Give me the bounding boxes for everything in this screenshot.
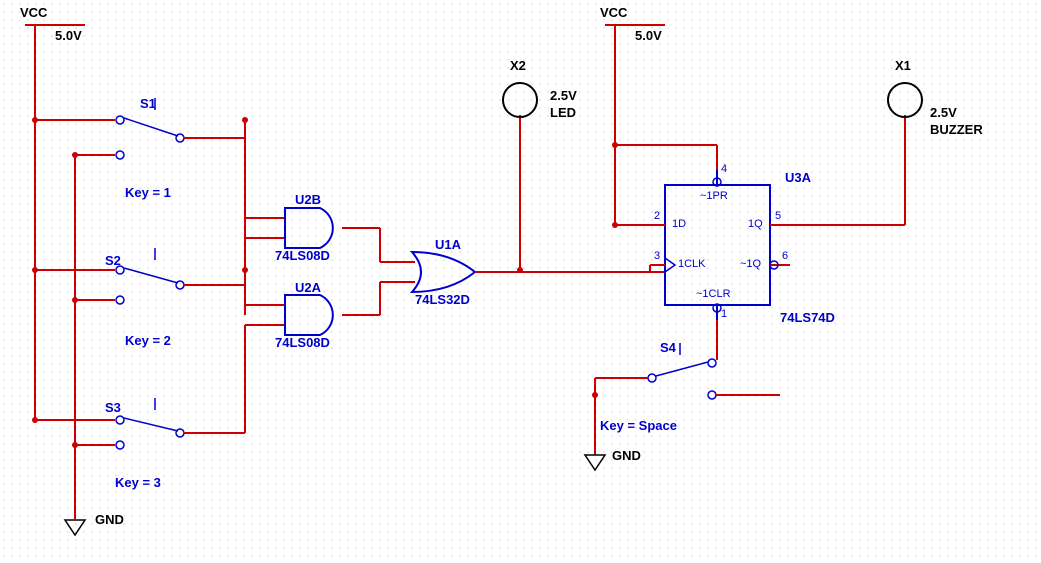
s2-ref: S2 [105,253,121,268]
x1-ref: X1 [895,58,911,73]
gnd-right-label: GND [612,448,641,463]
s4-ref: S4 [660,340,676,355]
vcc-left-label: VCC [20,5,47,20]
vcc-right-label: VCC [600,5,627,20]
u3a-pin4: 4 [721,163,727,175]
u3a-pr-lbl: ~1PR [700,190,728,202]
vcc-right-symbol [605,25,665,145]
u2a-part: 74LS08D [275,335,330,350]
s3-key: Key = 3 [115,475,161,490]
s3-ref: S3 [105,400,121,415]
x1-v: 2.5V [930,105,957,120]
u1a-ref: U1A [435,237,461,252]
and-gate-u2a [285,295,380,335]
u2b-part: 74LS08D [275,248,330,263]
and-gate-u2b [285,208,380,248]
x2-ref: X2 [510,58,526,73]
s2-key: Key = 2 [125,333,171,348]
u3a-pin2: 2 [654,210,660,222]
u3a-pin6: 6 [782,250,788,262]
probe-x1 [888,83,922,117]
u1a-part: 74LS32D [415,292,470,307]
s1-key: Key = 1 [125,185,171,200]
u3a-clr-lbl: ~1CLR [696,288,731,300]
s1-ref: S1 [140,96,156,111]
x1-type: BUZZER [930,122,983,137]
vcc-left-value: 5.0V [55,28,82,43]
x2-type: LED [550,105,576,120]
probe-x2 [503,83,537,117]
u3a-qn-lbl: ~1Q [740,258,761,270]
switch-s2[interactable] [35,248,245,304]
x2-v: 2.5V [550,88,577,103]
u3a-d-lbl: 1D [672,218,686,230]
u2b-ref: U2B [295,192,321,207]
u3a-pin1: 1 [721,308,727,320]
u2a-ref: U2A [295,280,321,295]
s4-key: Key = Space [600,418,677,433]
gnd-left-label: GND [95,512,124,527]
u3a-q-lbl: 1Q [748,218,763,230]
u3a-ref: U3A [785,170,811,185]
switch-s3[interactable] [35,398,245,449]
u3a-pin5: 5 [775,210,781,222]
u3a-clk-lbl: 1CLK [678,258,706,270]
u3a-pin3: 3 [654,250,660,262]
u3a-part: 74LS74D [780,310,835,325]
vcc-right-value: 5.0V [635,28,662,43]
junction-dots [32,117,618,448]
or-gate-u1a [412,252,520,292]
